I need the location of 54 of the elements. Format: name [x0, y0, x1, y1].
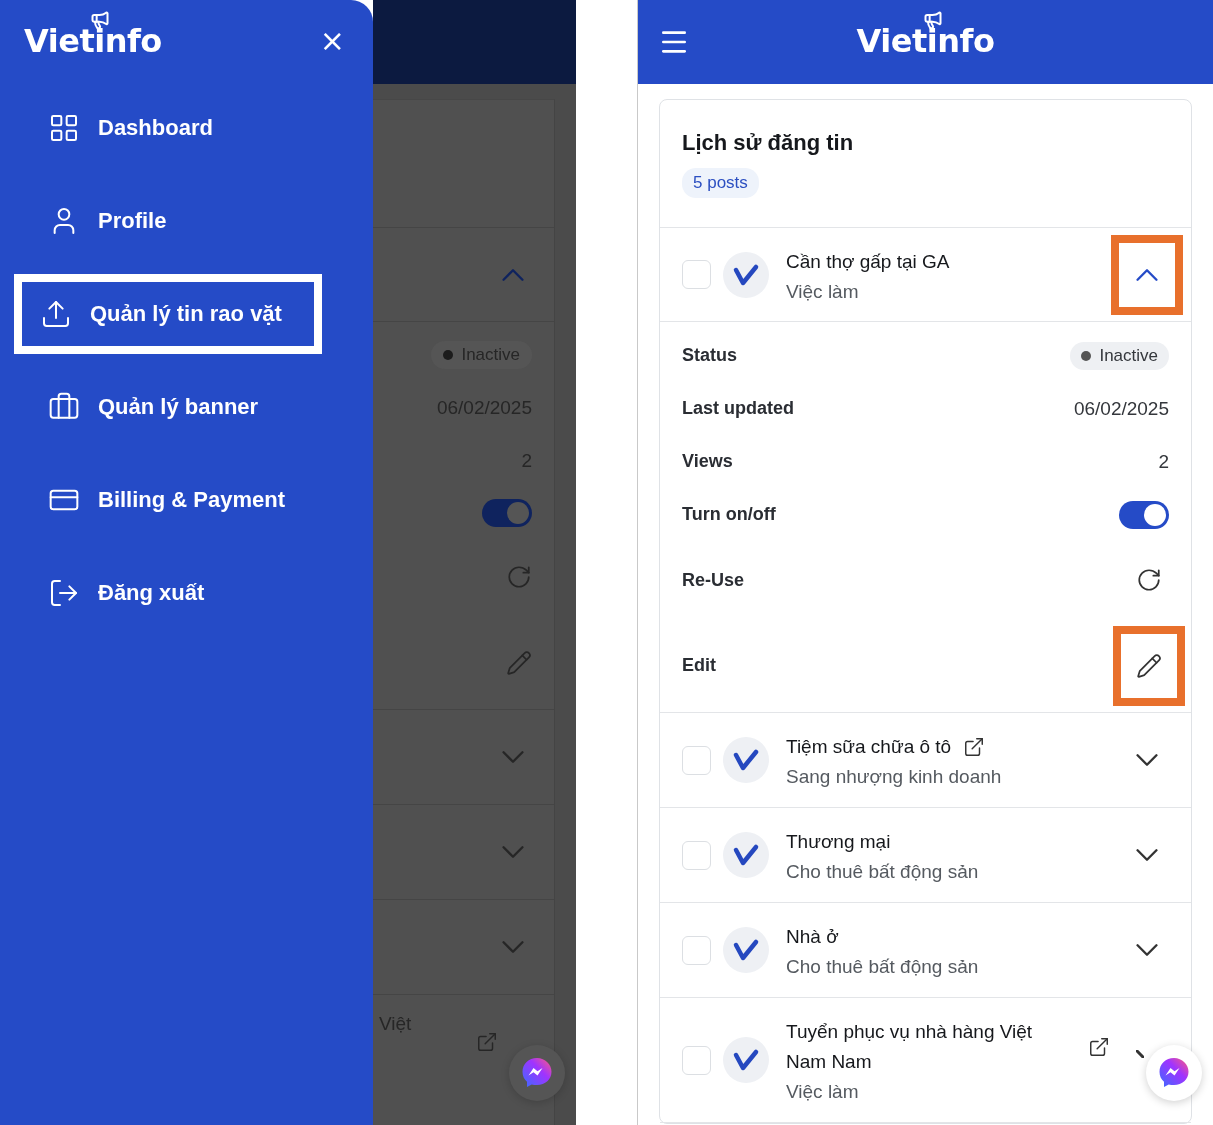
pencil-icon — [506, 649, 532, 676]
upload-icon — [40, 298, 72, 330]
external-link-icon — [476, 1031, 498, 1053]
checkbox[interactable] — [682, 935, 711, 965]
page-title: Lịch sử đăng tin — [682, 130, 855, 156]
messenger-icon — [520, 1056, 554, 1090]
detail-value: 2 — [1158, 450, 1169, 473]
grid-icon — [48, 112, 80, 144]
detail-label: Re-Use — [682, 569, 745, 591]
checkbox[interactable] — [682, 745, 711, 775]
post-category: Việc làm — [786, 280, 860, 303]
pencil-icon — [1136, 652, 1162, 679]
post-title: Tuyển phục vụ nhà hàng Việt Nam Nam — [786, 1020, 1034, 1074]
status-badge: Inactive — [1070, 341, 1169, 370]
checkbox[interactable] — [682, 840, 711, 870]
toggle-switch[interactable] — [1119, 500, 1169, 529]
chevron-up-icon — [502, 268, 524, 281]
post-count-badge: 5 posts — [682, 168, 759, 198]
messenger-icon — [1157, 1056, 1191, 1090]
avatar-v-icon — [723, 1037, 769, 1083]
post-category: Sang nhượng kinh doanh — [786, 766, 1003, 788]
megaphone-icon — [90, 10, 111, 30]
avatar-v-icon — [723, 832, 769, 878]
post-title: Thương mại — [786, 830, 891, 854]
close-button[interactable]: × — [319, 26, 345, 56]
detail-label: Status — [682, 345, 737, 366]
post-category: Cho thuê bất động sản — [786, 956, 980, 978]
avatar-v-icon — [723, 737, 769, 783]
detail-label: Turn on/off — [682, 504, 776, 525]
post-title: Tiệm sữa chữa ô tô — [786, 735, 952, 759]
logout-icon — [48, 577, 80, 609]
detail-label: Edit — [682, 655, 716, 676]
logo[interactable]: Vietinfo — [856, 22, 995, 60]
toggle-switch[interactable] — [482, 498, 532, 527]
post-category: Cho thuê bất động sản — [786, 861, 980, 883]
post-title: Nhà ở — [786, 925, 839, 949]
megaphone-icon — [922, 10, 943, 30]
detail-label: Views — [682, 451, 733, 472]
refresh-icon — [506, 564, 532, 591]
refresh-icon — [1136, 567, 1162, 593]
logo[interactable]: Vietinfo — [24, 22, 162, 60]
post-category: Việc làm — [786, 1081, 860, 1103]
post-title: Cần thợ gấp tại GA — [786, 249, 950, 274]
menu-item[interactable]: Quản lý tin rao vặt — [14, 274, 322, 354]
checkbox[interactable] — [682, 260, 711, 289]
edit-button[interactable] — [1113, 625, 1185, 706]
checkbox[interactable] — [682, 1045, 711, 1075]
avatar-v-icon — [723, 251, 769, 298]
detail-value: 06/02/2025 — [1073, 397, 1169, 420]
avatar-v-icon — [723, 927, 769, 973]
external-link-icon[interactable] — [1088, 1036, 1110, 1058]
external-link-icon[interactable] — [963, 736, 986, 758]
chevron-up-icon — [1136, 268, 1158, 281]
detail-label: Last updated — [682, 398, 794, 419]
